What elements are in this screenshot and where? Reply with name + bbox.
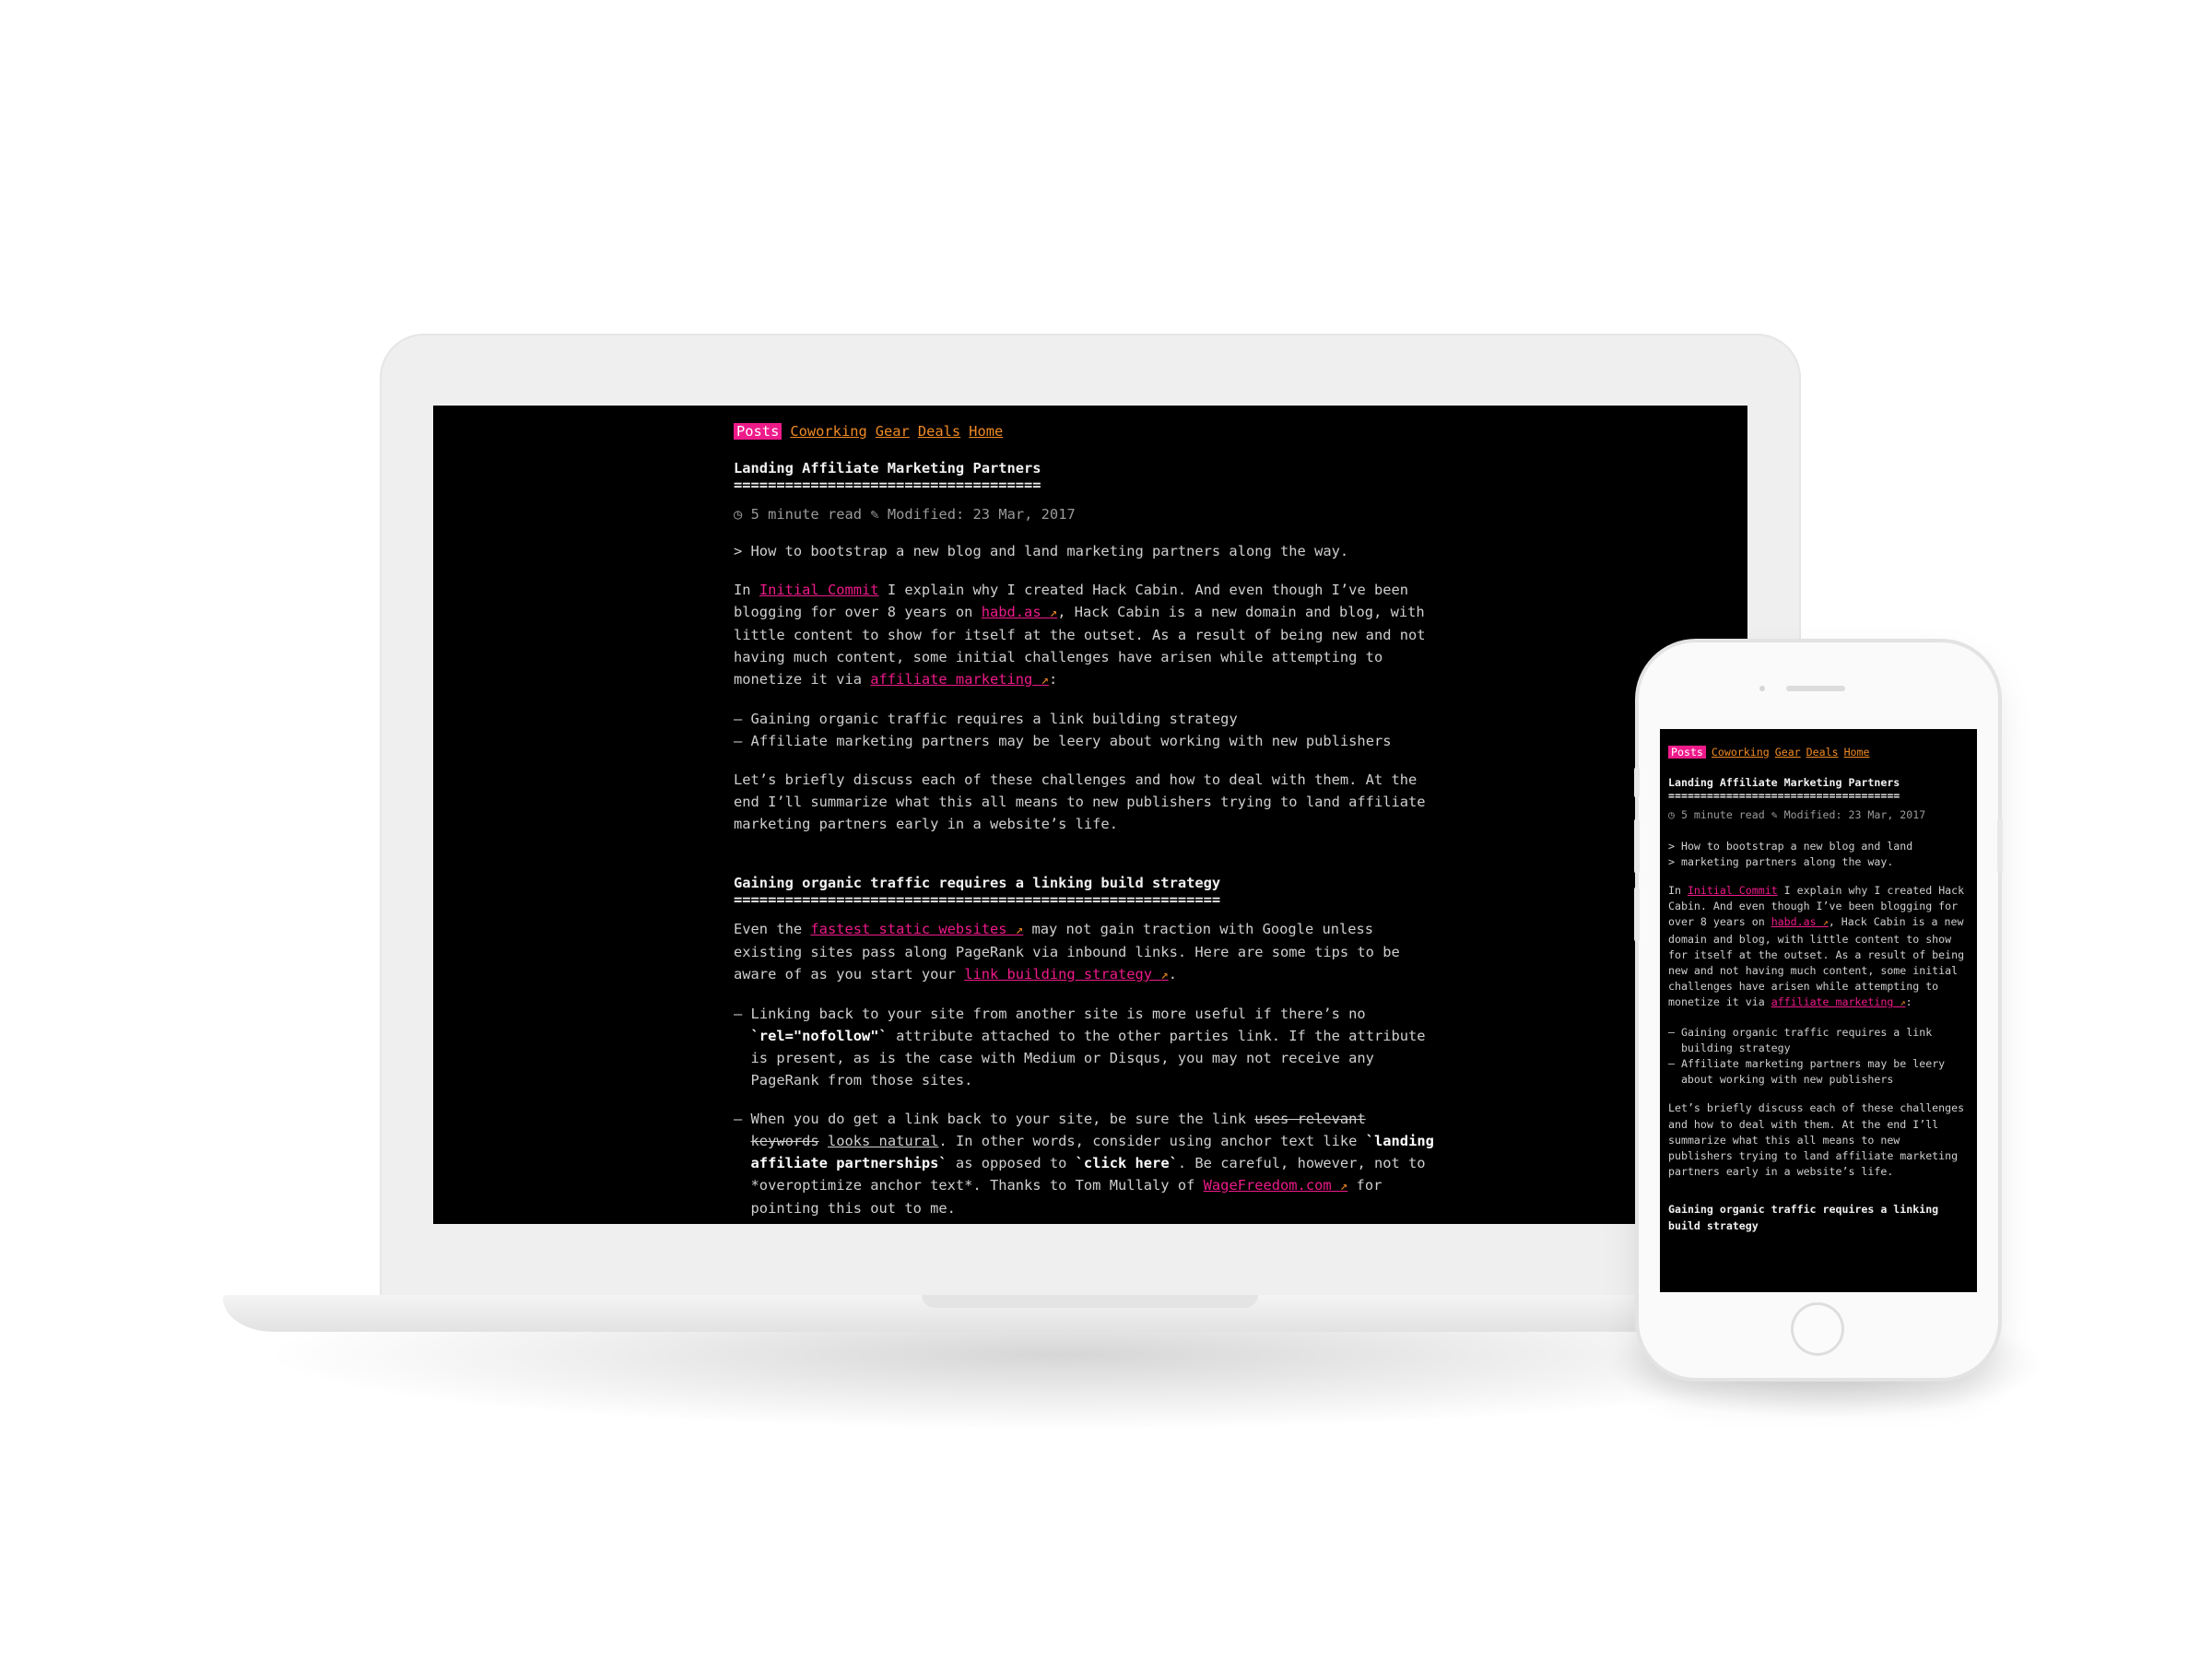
summary-paragraph: Let’s briefly discuss each of these chal… (734, 771, 1426, 832)
pencil-icon: ✎ (870, 506, 879, 523)
modified-date: Modified: 23 Mar, 2017 (887, 506, 1076, 523)
top-nav: Posts Coworking Gear Deals Home (1668, 745, 1969, 760)
clock-icon: ◷ (734, 506, 743, 523)
link-building-strategy[interactable]: link building strategy ↗ (964, 966, 1169, 982)
external-link-icon: ↗ (1015, 923, 1024, 937)
article-title: Landing Affiliate Marketing Partners (734, 460, 1041, 477)
nav-gear[interactable]: Gear (876, 423, 910, 440)
nav-coworking[interactable]: Coworking (1712, 746, 1770, 759)
section-paragraph: Even the fastest static websites ↗ may n… (734, 921, 1400, 982)
link-wagefreedom[interactable]: WageFreedom.com ↗ (1204, 1177, 1348, 1194)
external-link-icon: ↗ (1049, 606, 1058, 620)
list-item: – Affiliate marketing partners may be le… (1668, 1057, 1946, 1087)
external-link-icon: ↗ (1160, 968, 1169, 982)
title-underline: ==================================== (1668, 791, 1900, 801)
link-affiliate-marketing[interactable]: affiliate marketing ↗ (1771, 995, 1906, 1008)
nav-home[interactable]: Home (1844, 746, 1870, 759)
section-heading: Gaining organic traffic requires a linki… (1668, 1203, 1939, 1232)
phone-screen: Posts Coworking Gear Deals Home Landing Affi… (1660, 729, 1977, 1292)
summary-paragraph: Let’s briefly discuss each of these chal… (1668, 1101, 1965, 1179)
laptop-notch (922, 1295, 1258, 1308)
phone-volume-up (1634, 818, 1640, 874)
phone-volume-down (1634, 887, 1640, 942)
pencil-icon: ✎ (1771, 808, 1778, 822)
challenge-list: – Gaining organic traffic requires a lin… (734, 708, 1434, 752)
article-title: Landing Affiliate Marketing Partners (1668, 776, 1900, 790)
nav-posts[interactable]: Posts (734, 423, 782, 440)
list-item: – Gaining organic traffic requires a lin… (1668, 1025, 1933, 1054)
nav-posts[interactable]: Posts (1668, 746, 1706, 759)
title-underline: ==================================== (734, 479, 1041, 490)
intro-paragraph: In Initial Commit I explain why I create… (1668, 884, 1965, 1009)
modified-date: Modified: 23 Mar, 2017 (1783, 808, 1926, 822)
link-affiliate-marketing[interactable]: affiliate marketing ↗ (870, 671, 1049, 688)
section-heading: Gaining organic traffic requires a linki… (734, 875, 1221, 891)
challenge-list: – Gaining organic traffic requires a lin… (1668, 1025, 1969, 1088)
intro-paragraph: In Initial Commit I explain why I create… (734, 582, 1426, 688)
nav-deals[interactable]: Deals (918, 423, 960, 440)
list-item: – When you do get a link back to your si… (734, 1111, 1434, 1217)
top-nav: Posts Coworking Gear Deals Home (734, 420, 1434, 442)
article-meta: ◷ 5 minute read ✎ Modified: 23 Mar, 2017 (1668, 807, 1969, 823)
link-initial-commit[interactable]: Initial Commit (759, 582, 879, 598)
link-habd-as[interactable]: habd.as ↗ (1771, 915, 1829, 928)
list-item: – Linking back to your site from another… (734, 1006, 1426, 1088)
list-item: – Affiliate marketing partners may be le… (734, 733, 1392, 749)
nav-home[interactable]: Home (969, 423, 1003, 440)
section-underline: ========================================… (734, 894, 1221, 905)
tips-list: – Linking back to your site from another… (734, 1003, 1434, 1219)
article-page-mobile: Posts Coworking Gear Deals Home Landing Affi… (1668, 745, 1969, 1234)
read-time: 5 minute read (1680, 808, 1765, 822)
article-page: Posts Coworking Gear Deals Home Landing Affi… (734, 420, 1434, 1224)
nav-coworking[interactable]: Coworking (790, 423, 866, 440)
article-meta: ◷ 5 minute read ✎ Modified: 23 Mar, 2017 (734, 503, 1434, 525)
article-quote: > How to bootstrap a new blog and land > … (1668, 839, 1913, 868)
clock-icon: ◷ (1668, 808, 1675, 822)
nav-gear[interactable]: Gear (1775, 746, 1801, 759)
phone-power-button (1997, 818, 2003, 874)
laptop-screen: Posts Coworking Gear Deals Home Landing Affi… (433, 406, 1747, 1224)
read-time: 5 minute read (750, 506, 863, 523)
link-habd-as[interactable]: habd.as ↗ (982, 604, 1058, 620)
link-initial-commit[interactable]: Initial Commit (1688, 884, 1778, 897)
list-item: – Gaining organic traffic requires a lin… (734, 711, 1238, 727)
phone-camera (1759, 686, 1765, 691)
external-link-icon: ↗ (1041, 673, 1049, 688)
nav-deals[interactable]: Deals (1806, 746, 1839, 759)
phone-home-button[interactable] (1791, 1302, 1844, 1356)
phone-mute-switch (1634, 767, 1640, 798)
link-fastest-static-websites[interactable]: fastest static websites ↗ (810, 921, 1023, 937)
article-quote: > How to bootstrap a new blog and land m… (734, 543, 1349, 559)
phone-speaker (1786, 686, 1845, 691)
